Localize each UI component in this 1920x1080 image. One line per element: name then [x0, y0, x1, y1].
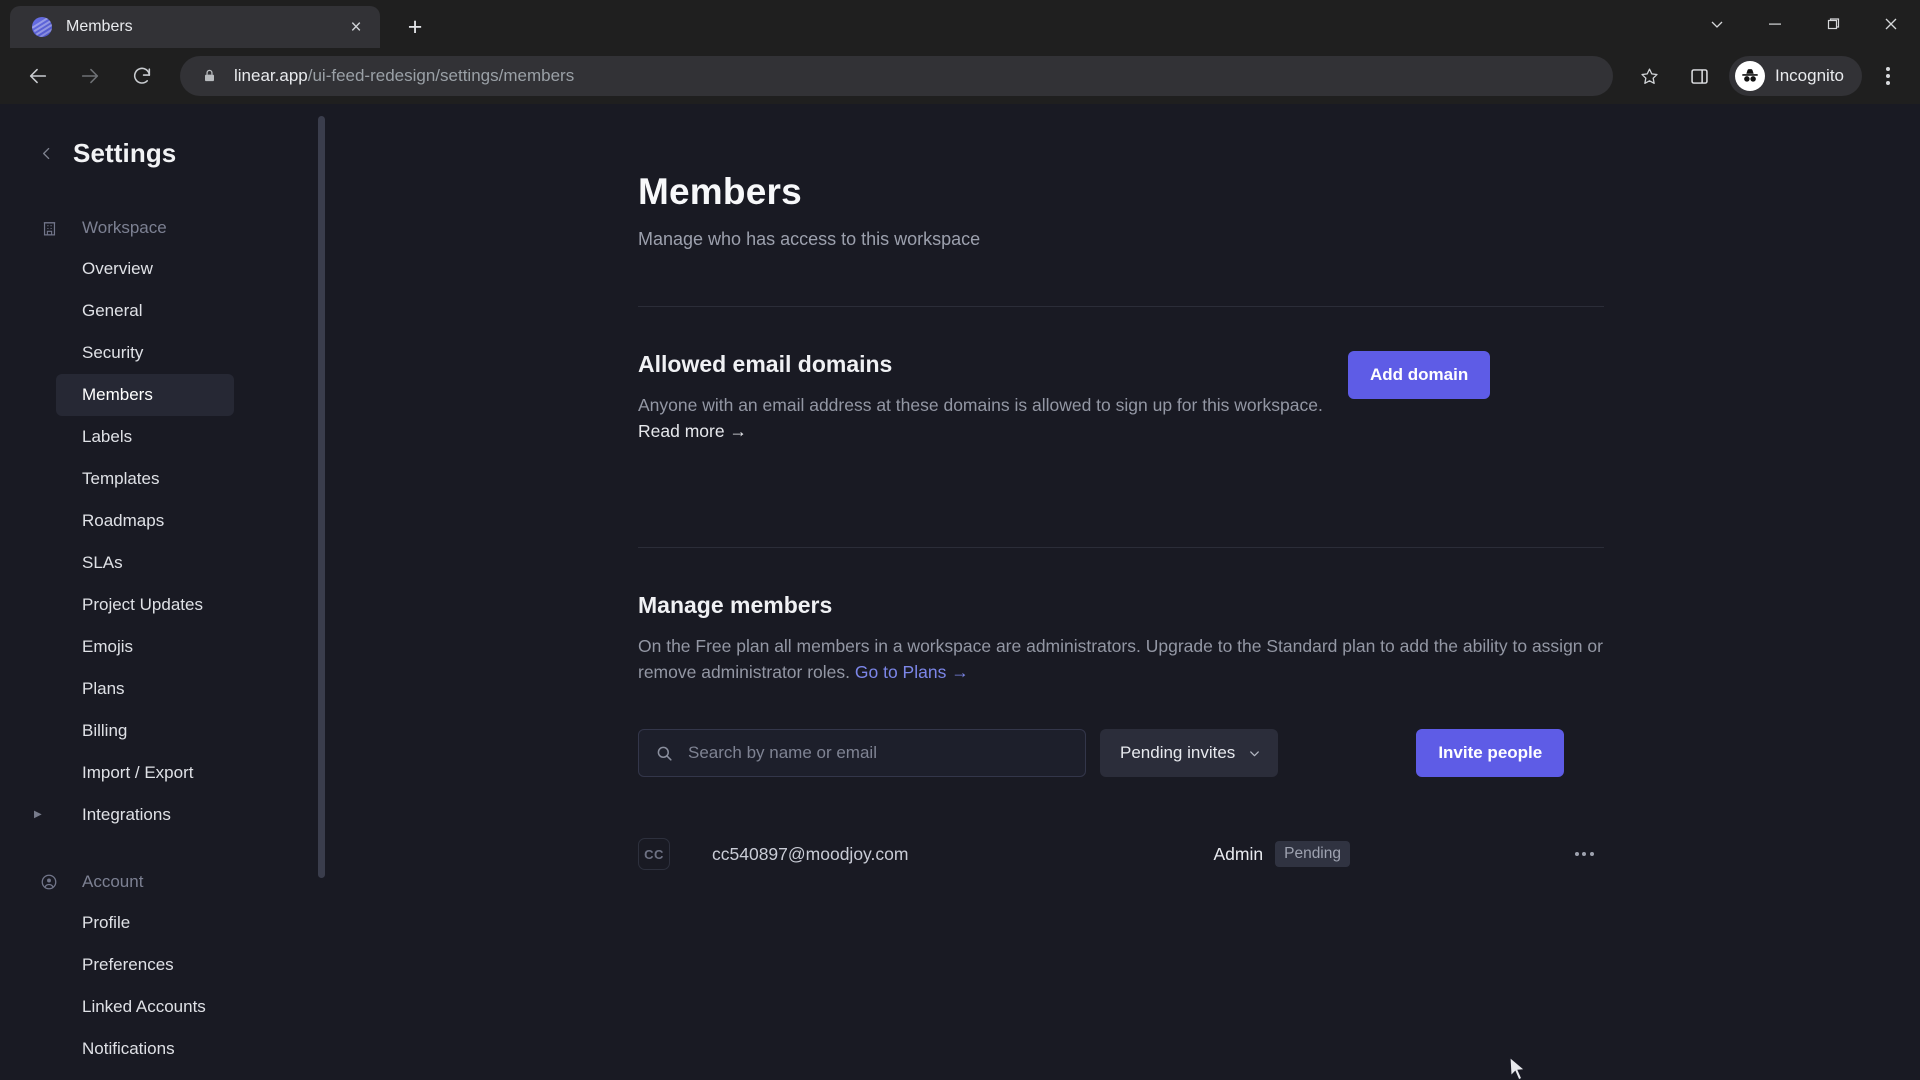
- browser-toolbar: linear.app/ui-feed-redesign/settings/mem…: [0, 48, 1920, 104]
- section-desc-manage: On the Free plan all members in a worksp…: [638, 633, 1604, 686]
- page-subtitle: Manage who has access to this workspace: [638, 229, 981, 249]
- sidebar-item-emojis[interactable]: Emojis: [56, 626, 234, 668]
- search-input[interactable]: [688, 743, 1069, 763]
- close-icon[interactable]: ×: [342, 13, 370, 41]
- browser-chrome: Members × + linear.app/ui-feed-redesign/…: [0, 0, 1920, 104]
- sidebar-item-overview[interactable]: Overview: [56, 248, 234, 290]
- section-desc-domains: Anyone with an email address at these do…: [638, 392, 1348, 445]
- window-controls: [1688, 0, 1920, 48]
- more-options-icon[interactable]: [1564, 852, 1604, 856]
- group-header-account: Account: [0, 862, 330, 902]
- search-icon: [655, 744, 674, 763]
- sidebar-item-members[interactable]: Members: [56, 374, 234, 416]
- settings-sidebar: Settings Workspace Overview General Secu…: [0, 104, 330, 1080]
- sidebar-item-notifications[interactable]: Notifications: [56, 1028, 234, 1070]
- nav-group-account: Account Profile Preferences Linked Accou…: [0, 862, 330, 1070]
- sidebar-item-roadmaps[interactable]: Roadmaps: [56, 500, 234, 542]
- maximize-icon[interactable]: [1804, 0, 1862, 48]
- kebab-menu-icon[interactable]: [1868, 56, 1908, 96]
- chevron-left-icon[interactable]: [38, 145, 55, 162]
- url-text: linear.app/ui-feed-redesign/settings/mem…: [234, 66, 574, 86]
- browser-tab[interactable]: Members ×: [10, 6, 380, 48]
- sidebar-item-preferences[interactable]: Preferences: [56, 944, 234, 986]
- section-title-domains: Allowed email domains: [638, 351, 893, 377]
- read-more-link[interactable]: Read more →: [638, 421, 747, 441]
- side-panel-icon[interactable]: [1679, 56, 1719, 96]
- manage-members-section: Manage members On the Free plan all memb…: [638, 592, 1604, 883]
- sidebar-header: Settings: [0, 124, 330, 182]
- forward-arrow-icon[interactable]: [70, 56, 110, 96]
- expand-triangle-icon[interactable]: ▶: [34, 810, 42, 820]
- filter-label: Pending invites: [1120, 743, 1236, 762]
- mouse-cursor: [1509, 1056, 1526, 1080]
- lock-icon: [202, 68, 218, 84]
- close-icon[interactable]: [1862, 0, 1920, 48]
- section-divider-2: [638, 546, 1604, 548]
- profile-label: Incognito: [1775, 66, 1844, 85]
- sidebar-item-integrations[interactable]: ▶ Integrations: [34, 794, 234, 836]
- linear-logo-icon: [32, 17, 52, 37]
- sidebar-item-profile[interactable]: Profile: [56, 902, 234, 944]
- url-domain: linear.app: [234, 66, 308, 85]
- minimize-icon[interactable]: [1746, 0, 1804, 48]
- go-to-plans-link[interactable]: Go to Plans →: [855, 662, 969, 682]
- sidebar-item-security[interactable]: Security: [56, 332, 234, 374]
- section-desc-text: Anyone with an email address at these do…: [638, 395, 1323, 415]
- nav-group-workspace: Workspace Overview General Security Memb…: [0, 208, 330, 836]
- profile-chip[interactable]: Incognito: [1729, 56, 1862, 96]
- account-circle-icon: [38, 873, 60, 891]
- member-role: Admin: [1213, 843, 1264, 864]
- sidebar-item-labels[interactable]: Labels: [56, 416, 234, 458]
- address-bar[interactable]: linear.app/ui-feed-redesign/settings/mem…: [180, 56, 1613, 96]
- tab-title: Members: [66, 18, 133, 35]
- new-tab-button[interactable]: +: [398, 10, 432, 44]
- section-title-manage: Manage members: [638, 591, 833, 618]
- members-controls-row: Pending invites Invite people: [638, 729, 1604, 777]
- search-box[interactable]: [638, 729, 1086, 777]
- group-label-account: Account: [82, 872, 144, 891]
- sidebar-item-slas[interactable]: SLAs: [56, 542, 234, 584]
- avatar: CC: [638, 838, 670, 870]
- url-path: /ui-feed-redesign/settings/members: [307, 66, 575, 85]
- invite-people-button[interactable]: Invite people: [1416, 729, 1565, 777]
- sidebar-item-label: Integrations: [82, 805, 171, 824]
- sidebar-item-project-updates[interactable]: Project Updates: [56, 584, 234, 626]
- sidebar-item-plans[interactable]: Plans: [56, 668, 234, 710]
- pending-invites-filter[interactable]: Pending invites: [1100, 729, 1279, 777]
- tab-strip: Members × +: [0, 0, 1920, 48]
- add-domain-button[interactable]: Add domain: [1348, 351, 1491, 399]
- group-label-workspace: Workspace: [82, 218, 167, 237]
- status-badge: Pending: [1275, 841, 1350, 867]
- incognito-icon: [1735, 61, 1765, 91]
- sidebar-item-billing[interactable]: Billing: [56, 710, 234, 752]
- allowed-email-domains-section: Allowed email domains Anyone with an ema…: [638, 351, 1604, 445]
- group-header-workspace: Workspace: [0, 208, 330, 248]
- reload-icon[interactable]: [122, 56, 162, 96]
- chevron-down-icon[interactable]: [1688, 0, 1746, 48]
- building-icon: [38, 220, 60, 237]
- page-title-sidebar: Settings: [73, 137, 177, 168]
- section-desc-text: On the Free plan all members in a worksp…: [638, 635, 1603, 682]
- sidebar-item-general[interactable]: General: [56, 290, 234, 332]
- sidebar-scrollbar[interactable]: [318, 116, 325, 878]
- settings-content: Members Manage who has access to this wo…: [330, 104, 1920, 1080]
- sidebar-item-linked-accounts[interactable]: Linked Accounts: [56, 986, 234, 1028]
- star-icon[interactable]: [1629, 56, 1669, 96]
- section-divider: [638, 306, 1604, 307]
- sidebar-item-import-export[interactable]: Import / Export: [56, 752, 234, 794]
- table-row[interactable]: CC cc540897@moodjoy.com Admin Pending: [638, 826, 1604, 882]
- member-email: cc540897@moodjoy.com: [712, 843, 909, 864]
- page-title: Members: [638, 171, 802, 212]
- back-arrow-icon[interactable]: [18, 56, 58, 96]
- app-root: Settings Workspace Overview General Secu…: [0, 104, 1920, 1080]
- sidebar-item-templates[interactable]: Templates: [56, 458, 234, 500]
- chevron-down-icon: [1247, 746, 1262, 761]
